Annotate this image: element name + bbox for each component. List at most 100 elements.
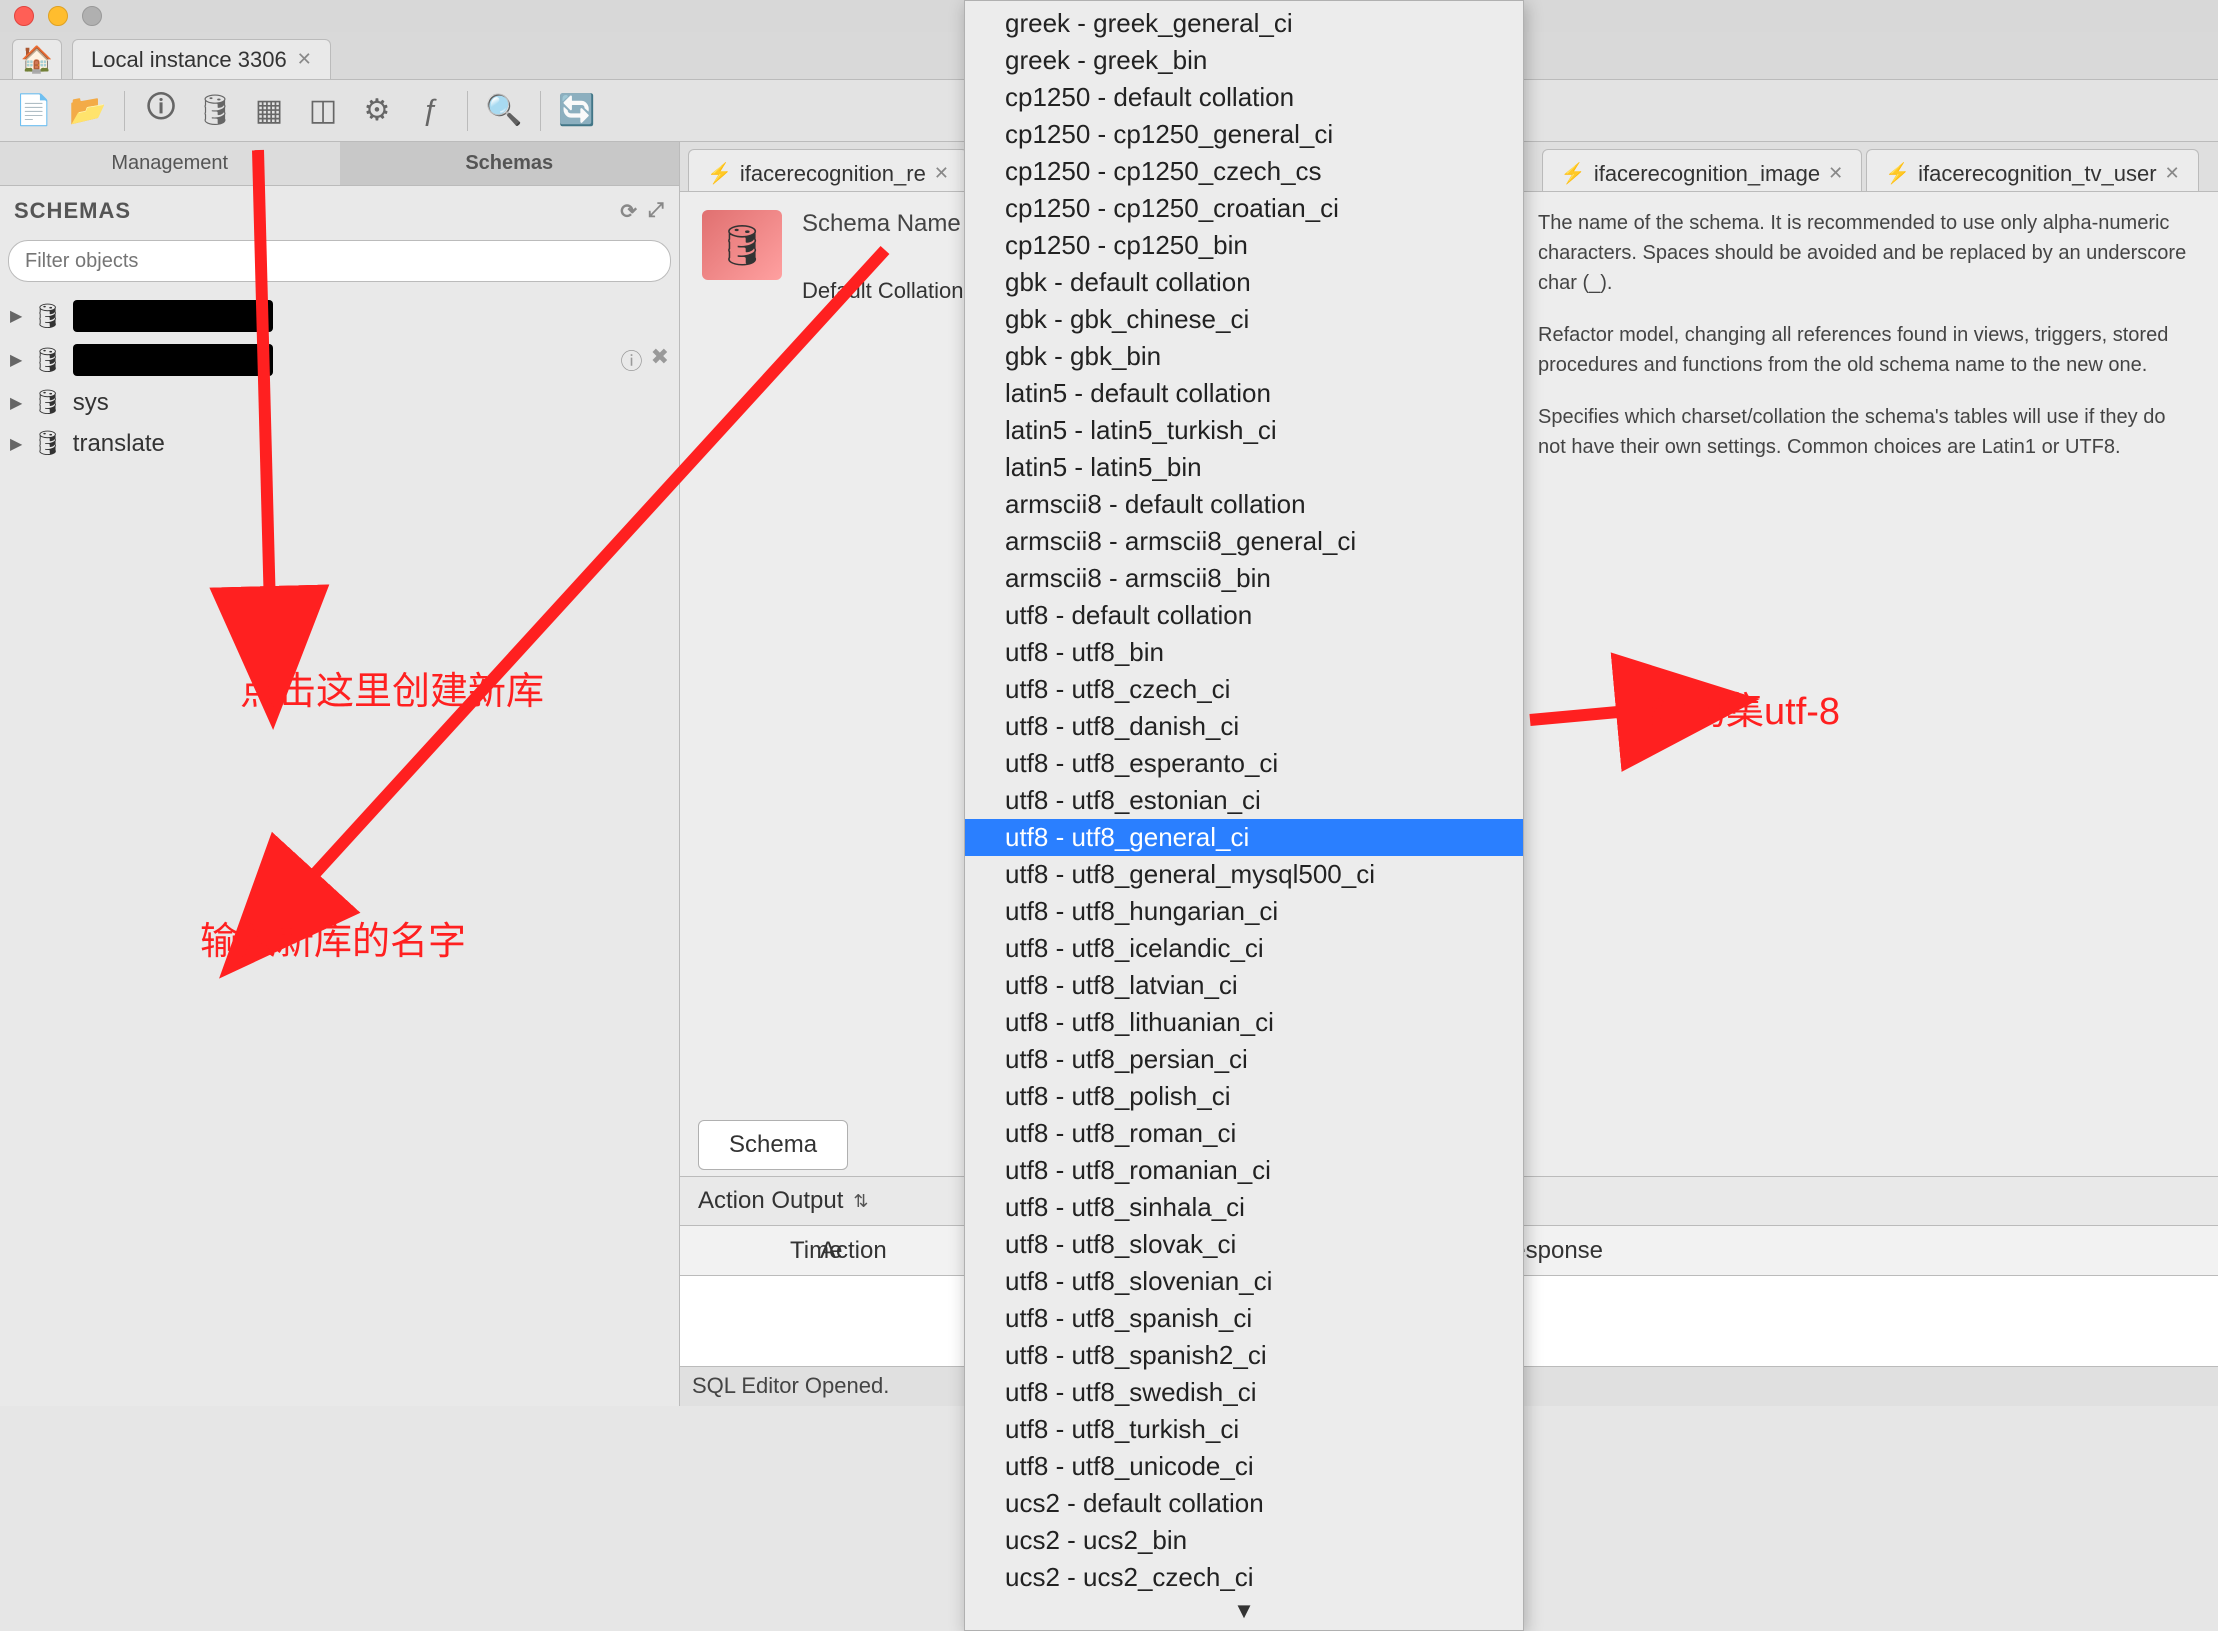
collation-option[interactable]: utf8 - utf8_spanish2_ci [965,1337,1523,1374]
collation-option[interactable]: cp1250 - cp1250_general_ci [965,116,1523,153]
collation-option[interactable]: ucs2 - ucs2_czech_ci [965,1559,1523,1596]
search-table-data-button[interactable]: 🔍 [480,87,528,135]
schema-label: translate [73,430,165,458]
schemas-header-label: SCHEMAS [14,198,131,224]
updown-icon[interactable]: ⇅ [853,1191,868,1212]
home-tab[interactable]: 🏠 [12,39,62,79]
redacted-label [73,300,273,332]
help-panel: The name of the schema. It is recommende… [1518,192,2218,500]
refresh-icon[interactable]: ⟳ [620,199,638,224]
collation-option[interactable]: utf8 - utf8_turkish_ci [965,1411,1523,1448]
schemas-header: SCHEMAS ⟳ ⤢ [0,186,679,236]
collation-option[interactable]: utf8 - default collation [965,597,1523,634]
collation-option[interactable]: utf8 - utf8_swedish_ci [965,1374,1523,1411]
filter-input[interactable] [8,240,671,282]
help-line-1: The name of the schema. It is recommende… [1538,208,2198,298]
close-tab-icon[interactable]: ✕ [2165,163,2180,184]
schema-tree-item[interactable]: ▶🛢 [0,294,679,338]
collation-option[interactable]: gbk - default collation [965,264,1523,301]
collation-option[interactable]: armscii8 - default collation [965,486,1523,523]
schema-label: sys [73,389,109,417]
collation-option[interactable]: latin5 - default collation [965,375,1523,412]
tab-schemas[interactable]: Schemas [340,142,680,185]
output-combo[interactable]: Action Output [698,1187,843,1215]
schema-subtab[interactable]: Schema [698,1120,848,1170]
collation-option[interactable]: utf8 - utf8_latvian_ci [965,967,1523,1004]
collation-option[interactable]: utf8 - utf8_slovak_ci [965,1226,1523,1263]
close-icon[interactable]: ✖ [651,344,669,376]
collation-option[interactable]: utf8 - utf8_roman_ci [965,1115,1523,1152]
schema-tree-item[interactable]: ▶🛢translate [0,423,679,464]
collation-option[interactable]: utf8 - utf8_persian_ci [965,1041,1523,1078]
collation-option[interactable]: utf8 - utf8_spanish_ci [965,1300,1523,1337]
collation-option[interactable]: cp1250 - cp1250_croatian_ci [965,190,1523,227]
inspector-button[interactable]: 🛈 [137,87,185,135]
collation-option[interactable]: utf8 - utf8_hungarian_ci [965,893,1523,930]
collation-option[interactable]: utf8 - utf8_estonian_ci [965,782,1523,819]
document-tab-label: ifacerecognition_tv_user [1918,161,2156,187]
home-icon: 🏠 [21,44,53,75]
collation-option[interactable]: armscii8 - armscii8_bin [965,560,1523,597]
collation-option[interactable]: utf8 - utf8_bin [965,634,1523,671]
schema-subtab-label: Schema [729,1131,817,1158]
help-line-3: Specifies which charset/collation the sc… [1538,402,2198,462]
collation-dropdown[interactable]: greek - greek_general_cigreek - greek_bi… [964,0,1524,1631]
schema-tree-item[interactable]: ▶🛢sys [0,382,679,423]
document-tab[interactable]: ⚡ifacerecognition_tv_user✕ [1866,149,2198,191]
reconnect-button[interactable]: 🔄 [553,87,601,135]
navigator-sidebar: Management Schemas SCHEMAS ⟳ ⤢ ▶🛢▶🛢ⓘ✖▶🛢s… [0,142,680,1406]
close-tab-icon[interactable]: ✕ [1828,163,1843,184]
tab-management[interactable]: Management [0,142,340,185]
collation-option[interactable]: utf8 - utf8_general_mysql500_ci [965,856,1523,893]
collation-option[interactable]: cp1250 - cp1250_bin [965,227,1523,264]
document-tab-label: ifacerecognition_image [1594,161,1820,187]
schema-tree-item[interactable]: ▶🛢ⓘ✖ [0,338,679,382]
collation-option[interactable]: cp1250 - cp1250_czech_cs [965,153,1523,190]
close-window-icon[interactable] [14,6,34,26]
connection-tab[interactable]: Local instance 3306 ✕ [72,39,331,79]
document-tab[interactable]: ⚡ifacerecognition_re✕ [688,149,968,191]
new-table-button[interactable]: ▦ [245,87,293,135]
collation-option[interactable]: ucs2 - default collation [965,1485,1523,1522]
collation-option[interactable]: cp1250 - default collation [965,79,1523,116]
minimize-window-icon[interactable] [48,6,68,26]
tab-schemas-label: Schemas [465,152,553,175]
collation-option[interactable]: utf8 - utf8_general_ci [965,819,1523,856]
new-function-button[interactable]: ƒ [407,87,455,135]
collation-option[interactable]: latin5 - latin5_turkish_ci [965,412,1523,449]
db-icon: 🛢 [32,346,62,375]
collation-option[interactable]: utf8 - utf8_sinhala_ci [965,1189,1523,1226]
collation-option[interactable]: utf8 - utf8_lithuanian_ci [965,1004,1523,1041]
info-icon[interactable]: ⓘ [621,344,643,376]
collation-option[interactable]: ucs2 - ucs2_bin [965,1522,1523,1559]
new-procedure-button[interactable]: ⚙ [353,87,401,135]
collation-option[interactable]: utf8 - utf8_romanian_ci [965,1152,1523,1189]
collation-option[interactable]: utf8 - utf8_polish_ci [965,1078,1523,1115]
collation-option[interactable]: greek - greek_general_ci [965,5,1523,42]
collation-option[interactable]: utf8 - utf8_unicode_ci [965,1448,1523,1485]
collation-option[interactable]: latin5 - latin5_bin [965,449,1523,486]
redacted-label [73,344,273,376]
new-view-button[interactable]: ◫ [299,87,347,135]
tab-management-label: Management [111,152,228,175]
collation-option[interactable]: gbk - gbk_chinese_ci [965,301,1523,338]
collation-option[interactable]: utf8 - utf8_danish_ci [965,708,1523,745]
collation-option[interactable]: utf8 - utf8_esperanto_ci [965,745,1523,782]
collation-option[interactable]: gbk - gbk_bin [965,338,1523,375]
collation-option[interactable]: utf8 - utf8_icelandic_ci [965,930,1523,967]
collation-option[interactable]: utf8 - utf8_czech_ci [965,671,1523,708]
new-sql-tab-button[interactable]: 📄 [10,87,58,135]
caret-icon: ▶ [10,434,22,454]
new-schema-button[interactable]: 🛢 [191,87,239,135]
close-tab-icon[interactable]: ✕ [934,163,949,184]
scroll-down-icon[interactable]: ▼ [965,1596,1523,1626]
close-tab-icon[interactable]: ✕ [297,49,312,70]
collation-option[interactable]: greek - greek_bin [965,42,1523,79]
open-sql-script-button[interactable]: 📂 [64,87,112,135]
document-tab[interactable]: ⚡ifacerecognition_image✕ [1542,149,1862,191]
collation-option[interactable]: utf8 - utf8_slovenian_ci [965,1263,1523,1300]
expand-icon[interactable]: ⤢ [648,199,665,224]
maximize-window-icon[interactable] [82,6,102,26]
collation-option[interactable]: armscii8 - armscii8_general_ci [965,523,1523,560]
help-line-2: Refactor model, changing all references … [1538,320,2198,380]
